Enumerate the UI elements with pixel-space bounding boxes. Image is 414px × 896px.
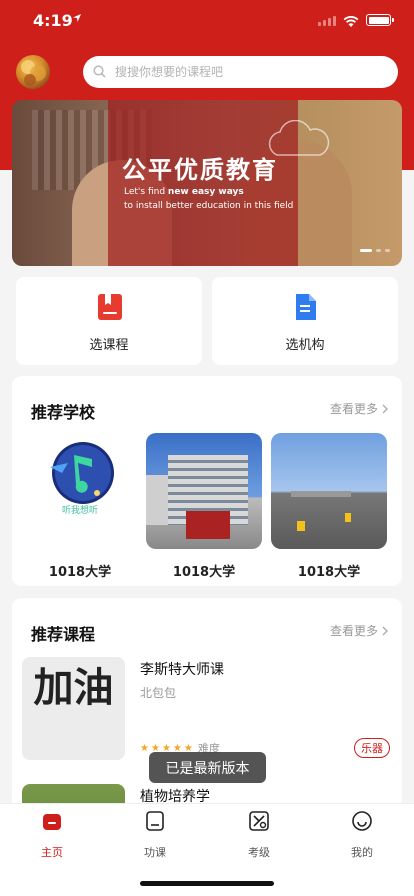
building-icon <box>296 294 316 320</box>
home-indicator <box>140 881 274 886</box>
school-photo <box>271 433 387 549</box>
tab-label: 功课 <box>144 846 166 859</box>
chevron-right-icon <box>382 626 388 635</box>
school-photo <box>146 433 262 549</box>
choose-course-card[interactable]: 选课程 <box>16 277 202 365</box>
star-icon: ★ <box>140 742 149 754</box>
banner-subtitle-line2: to install better education in this fiel… <box>124 201 294 211</box>
bookmark-book-icon <box>98 294 122 320</box>
section-title: 推荐学校 <box>31 403 96 422</box>
home-icon <box>43 814 61 830</box>
wifi-icon <box>342 13 360 32</box>
school-name: 1018大学 <box>172 565 236 580</box>
banner-title: 公平优质教育 <box>122 156 278 184</box>
exam-icon <box>249 811 269 831</box>
course-category-tag: 乐器 <box>354 738 390 758</box>
school-card[interactable]: 听我想听 1018大学 <box>22 433 138 580</box>
profile-smile-icon <box>352 811 372 831</box>
promo-banner[interactable]: 公平优质教育 Let's find new easy ways to insta… <box>12 100 402 266</box>
choose-institution-card[interactable]: 选机构 <box>212 277 398 365</box>
courses-more-link[interactable]: 查看更多 <box>330 622 388 639</box>
school-name: 1018大学 <box>48 565 112 580</box>
location-arrow-icon <box>72 12 82 26</box>
recommended-schools-section: 推荐学校 查看更多 听我想听 1018大学 1018大学 1018大学 <box>12 376 402 586</box>
homework-icon <box>146 811 164 831</box>
schools-more-link[interactable]: 查看更多 <box>330 400 388 417</box>
chevron-right-icon <box>382 404 388 413</box>
tab-homework[interactable]: 功课 <box>115 810 195 860</box>
school-name: 1018大学 <box>297 565 361 580</box>
tab-label: 考级 <box>248 846 270 859</box>
search-bar[interactable] <box>83 56 398 88</box>
search-input[interactable] <box>115 56 385 88</box>
avatar[interactable] <box>16 55 50 89</box>
status-bar: 4:19 <box>0 0 414 44</box>
search-icon <box>93 65 106 78</box>
toast-message: 已是最新版本 <box>149 752 266 783</box>
recommended-courses-section: 推荐课程 查看更多 加油 李斯特大师课 北包包 ★ ★ ★ ★ ★ 难度 乐器 植物培养… <box>12 598 402 887</box>
tab-home[interactable]: 主页 <box>12 810 92 860</box>
school-card[interactable]: 1018大学 <box>146 433 262 580</box>
battery-icon <box>366 14 394 26</box>
school-card[interactable]: 1018大学 <box>271 433 387 580</box>
section-title: 推荐课程 <box>31 625 96 644</box>
banner-pagination <box>360 249 390 252</box>
school-logo-caption: 听我想听 <box>61 506 98 516</box>
choose-institution-label: 选机构 <box>285 338 325 353</box>
tab-exam[interactable]: 考级 <box>219 810 299 860</box>
course-title[interactable]: 李斯特大师课 <box>140 659 224 679</box>
tab-label: 主页 <box>41 846 63 859</box>
course-image-text: 加油 <box>33 664 114 711</box>
status-time: 4:19 <box>33 11 73 30</box>
choose-course-label: 选课程 <box>89 338 129 353</box>
course-image[interactable]: 加油 <box>22 657 125 760</box>
course-org: 北包包 <box>140 686 177 700</box>
tab-mine[interactable]: 我的 <box>322 810 402 860</box>
banner-subtitle-line1: Let's find new easy ways <box>124 187 244 197</box>
tab-label: 我的 <box>351 846 373 859</box>
school-logo: 听我想听 <box>22 433 138 549</box>
cellular-signal-icon <box>318 16 336 26</box>
